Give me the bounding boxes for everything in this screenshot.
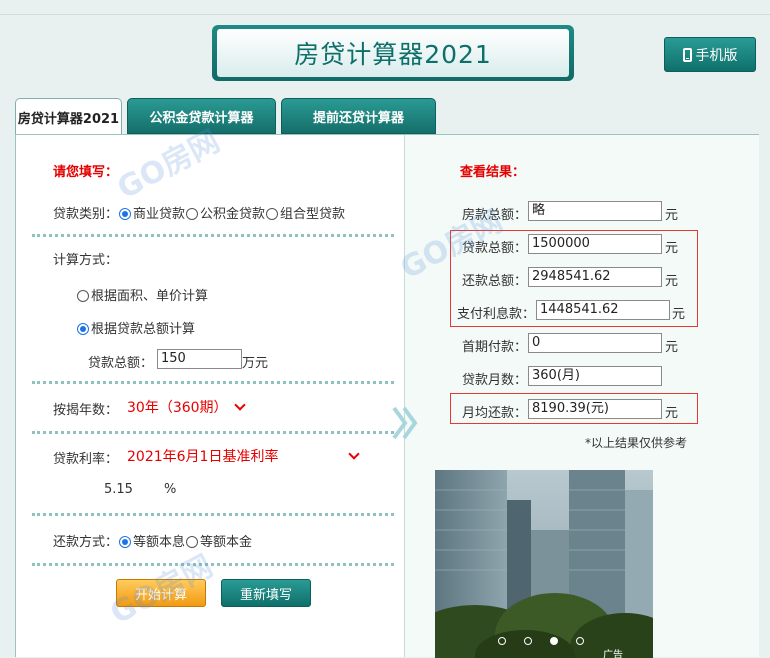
radio-label: 组合型贷款 [280,207,346,222]
rate-label: 贷款利率： [53,452,119,467]
ad-banner-image[interactable]: 广告 [435,470,653,658]
tab-label: 公积金贷款计算器 [149,110,254,126]
loan-total-label: 贷款总额： [88,356,154,371]
carousel-dot[interactable] [524,637,532,645]
radio-label: 商业贷款 [133,207,186,222]
loan-total-unit: 万元 [242,356,269,371]
tab-provident-fund[interactable]: 公积金贷款计算器 [127,98,276,134]
unit-yuan: 元 [665,340,679,355]
calculate-button[interactable]: 开始计算 [116,579,206,607]
radio-label: 根据贷款总额计算 [91,322,196,337]
house-total-label: 房款总额： [461,208,527,223]
tab-prepayment[interactable]: 提前还贷计算器 [281,98,436,134]
rate-select[interactable]: 2021年6月1日基准利率 [127,446,362,466]
calc-method-total-row: 根据贷款总额计算 [76,318,195,337]
reset-button[interactable]: 重新填写 [221,579,311,607]
radio-provident[interactable] [186,208,199,220]
repay-method-label: 还款方式： [53,535,119,550]
top-divider [0,14,770,15]
app-title-banner: 房贷计算器2021 [212,25,574,81]
house-total-value: 略 [528,201,662,221]
radio-combined[interactable] [266,208,279,220]
down-payment-label: 首期付款： [461,340,527,355]
mobile-version-button[interactable]: 手机版 [664,37,756,72]
radio-label: 等额本息 [133,535,186,550]
results-note: *以上结果仅供参考 [585,436,688,450]
input-form: 请您填写： 贷款类别： 商业贷款 公积金贷款 组合型贷款 计算方式： 根据面积、单价计… [16,135,403,657]
loan-total-input[interactable]: 150 [157,349,242,369]
chevron-down-icon [348,448,360,460]
years-value: 30年（360期） [127,400,228,416]
divider [32,234,394,237]
highlight-box-totals [450,230,698,327]
results-panel: 查看结果： 房款总额： 略 元 贷款总额： 1500000 元 还款总额： 29… [392,135,759,658]
carousel-dot[interactable] [498,637,506,645]
chevron-down-icon [233,399,246,411]
tab-label: 提前还贷计算器 [312,110,404,126]
page-title: 房贷计算器2021 [294,40,492,69]
radio-label: 公积金贷款 [200,207,266,222]
tab-house-loan[interactable]: 房贷计算器2021 [15,98,122,135]
calc-method-label: 计算方式： [53,253,119,268]
years-select[interactable]: 30年（360期） [127,397,246,417]
city-building-image [435,470,653,658]
highlight-box-monthly [450,393,698,424]
unit-yuan: 元 [665,208,679,223]
repay-method-row: 还款方式： 等额本息 等额本金 [53,531,252,550]
rate-number-input[interactable]: 5.15 [104,482,133,497]
divider [32,381,394,384]
radio-by-total[interactable] [77,323,89,335]
mobile-version-label: 手机版 [695,47,738,64]
radio-equal-principal[interactable] [186,536,199,548]
loan-type-row: 贷款类别： 商业贷款 公积金贷款 组合型贷款 [53,203,345,222]
rate-unit: % [164,482,177,497]
phone-icon [682,47,692,62]
ad-label: 广告 [603,650,623,658]
loan-months-value: 360(月) [528,366,662,386]
carousel-dot-active[interactable] [550,637,558,645]
carousel-dot[interactable] [576,637,584,645]
loan-type-label: 贷款类别： [53,207,119,222]
calc-method-area-row: 根据面积、单价计算 [76,285,208,304]
down-payment-value: 0 [528,333,662,353]
divider [32,513,394,516]
radio-label: 根据面积、单价计算 [91,289,209,304]
divider [32,431,394,434]
divider [32,563,394,566]
calculator-panel: 请您填写： 贷款类别： 商业贷款 公积金贷款 组合型贷款 计算方式： 根据面积、单价计… [15,134,759,658]
radio-commercial[interactable] [119,208,132,220]
radio-label: 等额本金 [200,535,253,550]
radio-equal-installment[interactable] [119,536,132,548]
radio-by-area[interactable] [77,290,89,302]
loan-months-label: 贷款月数： [461,373,527,388]
years-label: 按揭年数： [53,403,119,418]
results-heading: 查看结果： [460,165,526,180]
rate-value: 2021年6月1日基准利率 [127,449,279,465]
tab-label: 房贷计算器2021 [17,111,120,127]
form-heading: 请您填写： [53,165,119,180]
